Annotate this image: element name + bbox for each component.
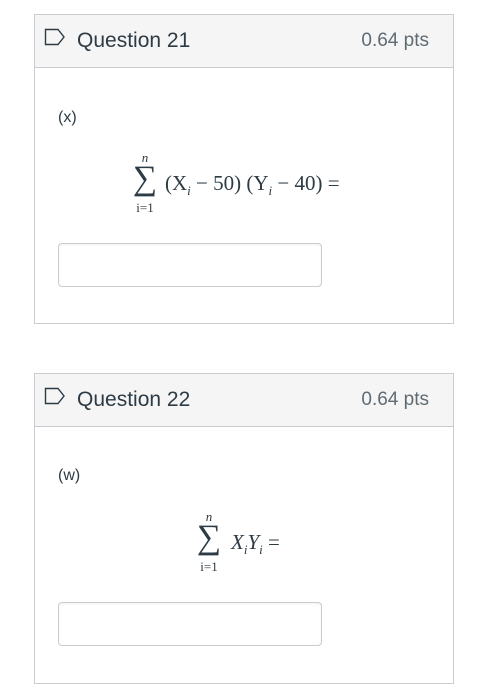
sigma-symbol: ∑	[196, 519, 222, 556]
summation-formula: n ∑ i=1 XiYi =	[195, 509, 335, 579]
answer-input[interactable]	[58, 243, 322, 287]
question-title: Question 21	[77, 29, 191, 52]
question-title: Question 22	[77, 388, 191, 411]
question-part-label: (w)	[58, 467, 81, 484]
sum-lower-limit: i=1	[136, 200, 154, 215]
question-header: Question 22 0.64 pts	[35, 374, 453, 427]
question-card-21: Question 21 0.64 pts (x) n ∑ i=1 (Xi − 5…	[34, 14, 454, 324]
sum-lower-limit: i=1	[200, 559, 218, 574]
question-part-label: (x)	[58, 109, 77, 126]
flag-outline-icon[interactable]	[44, 387, 66, 405]
flag-outline-icon[interactable]	[44, 28, 66, 46]
summand-expression: XiYi =	[231, 530, 280, 558]
answer-input[interactable]	[58, 602, 322, 646]
summation-formula: n ∑ i=1 (Xi − 50) (Yi − 40) =	[131, 150, 371, 220]
summand-expression: (Xi − 50) (Yi − 40) =	[165, 171, 340, 199]
question-points: 0.64 pts	[361, 30, 429, 51]
sigma-symbol: ∑	[132, 160, 158, 197]
question-card-22: Question 22 0.64 pts (w) n ∑ i=1 XiYi =	[34, 373, 454, 684]
question-header: Question 21 0.64 pts	[35, 15, 453, 68]
question-points: 0.64 pts	[361, 389, 429, 410]
